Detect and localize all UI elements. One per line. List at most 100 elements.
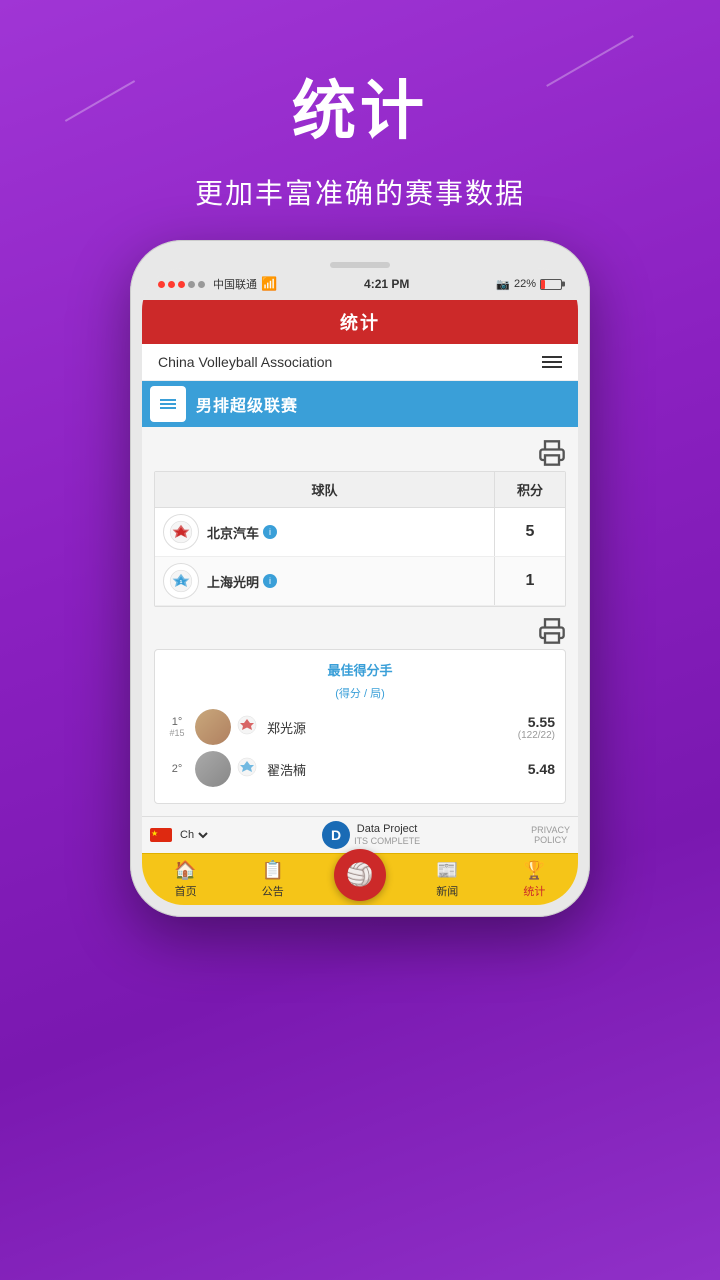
battery-label: 22% [514, 278, 536, 290]
player-photo-placeholder-2 [195, 751, 231, 787]
hamburger-line1 [542, 356, 562, 358]
hamburger-line2 [542, 361, 562, 363]
team-name-wrap-1: 北京汽车 i [207, 523, 277, 542]
player-stats-1: 5.55 (122/22) [518, 714, 555, 741]
player-name-2: 翟浩楠 [267, 760, 528, 779]
player-photo-placeholder-1 [195, 709, 231, 745]
player-rank-2: 2° [165, 763, 189, 775]
bottom-bar: Ch En D Data Project ITS COMPLETE [142, 816, 578, 853]
bottom-logo: D Data Project ITS COMPLETE [219, 821, 523, 849]
tab-announcements-label: 公告 [262, 883, 284, 899]
hamburger-menu[interactable] [542, 356, 562, 368]
team-name-1: 北京汽车 [207, 523, 259, 542]
league-icon-inner [160, 399, 176, 409]
icon-line3 [160, 407, 176, 409]
app-navbar: 统计 [142, 300, 578, 344]
status-time: 4:21 PM [364, 277, 409, 291]
player-name-1: 郑光源 [267, 718, 518, 737]
app-tabbar: 🏠 首页 📋 公告 🏐 📰 新闻 🏆 [142, 853, 578, 905]
print-icon-2[interactable] [538, 617, 566, 645]
print-row-2 [154, 611, 566, 649]
card-title: 最佳得分手 [165, 660, 555, 679]
tab-stats[interactable]: 🏆 统计 [491, 854, 578, 905]
info-icon-1[interactable]: i [263, 525, 277, 539]
team-logo-1 [163, 514, 199, 550]
dp-letter: D [331, 827, 341, 843]
status-right: 📷 22% [496, 278, 562, 291]
team-cell-2: 1 上海光明 i [155, 557, 495, 605]
player-row-1: 1° #15 郑光源 [165, 709, 555, 745]
data-project-logo: D Data Project ITS COMPLETE [322, 821, 420, 849]
signal-dots [158, 281, 205, 288]
dp-text: Data Project ITS COMPLETE [354, 823, 420, 847]
dot-3 [178, 281, 185, 288]
stat-main-2: 5.48 [528, 761, 555, 777]
team-logo-2: 1 [163, 563, 199, 599]
player-team-logo-1 [237, 715, 261, 739]
team-cell-1: 北京汽车 i [155, 508, 495, 556]
player-rank-1: 1° #15 [165, 716, 189, 738]
page-title: 统计 [0, 60, 720, 152]
league-bar[interactable]: 男排超级联赛 [142, 381, 578, 427]
navbar-title: 统计 [340, 309, 380, 335]
status-bar: 中国联通 📶 4:21 PM 📷 22% [142, 268, 578, 300]
table-row-2: 1 上海光明 i 1 [155, 557, 565, 606]
tab-news-label: 新闻 [436, 883, 458, 899]
player-card: 最佳得分手 (得分 / 局) 1° #15 [154, 649, 566, 804]
league-icon [150, 386, 186, 422]
battery-icon [540, 279, 562, 290]
team-name-wrap-2: 上海光明 i [207, 572, 277, 591]
icon-line2 [160, 403, 176, 405]
icon-line1 [160, 399, 176, 401]
col-team: 球队 [155, 472, 495, 507]
org-name: China Volleyball Association [158, 354, 332, 370]
tab-center-wrapper: 🏐 [316, 854, 403, 905]
volleyball-icon: 🏐 [346, 862, 373, 888]
status-left: 中国联通 📶 [158, 276, 277, 292]
standings-table: 球队 积分 [154, 471, 566, 607]
carrier-label: 中国联通 [213, 276, 257, 292]
info-icon-2[interactable]: i [263, 574, 277, 588]
announcements-icon: 📋 [262, 860, 284, 881]
tab-home-label: 首页 [175, 883, 197, 899]
print-icon-1[interactable] [538, 439, 566, 467]
tab-announcements[interactable]: 📋 公告 [229, 854, 316, 905]
phone-mockup: 中国联通 📶 4:21 PM 📷 22% 统计 China Volleyba [130, 240, 590, 917]
news-icon: 📰 [436, 860, 458, 881]
wifi-icon: 📶 [261, 276, 277, 292]
col-pts: 积分 [495, 472, 565, 507]
player-number-1: #15 [165, 728, 189, 738]
player-stats-2: 5.48 [528, 761, 555, 777]
league-name: 男排超级联赛 [196, 392, 298, 416]
print-row-1 [154, 435, 566, 471]
dot-5 [198, 281, 205, 288]
tab-stats-label: 统计 [523, 883, 545, 899]
table-header: 球队 积分 [155, 472, 565, 508]
content-area: 球队 积分 [142, 427, 578, 816]
pts-cell-1: 5 [495, 523, 565, 541]
page-header: 统计 更加丰富准确的赛事数据 [0, 0, 720, 212]
tab-news[interactable]: 📰 新闻 [404, 854, 491, 905]
dp-circle: D [322, 821, 350, 849]
hamburger-line3 [542, 366, 562, 368]
table-row: 北京汽车 i 5 [155, 508, 565, 557]
stats-icon: 🏆 [523, 860, 545, 881]
tab-center-button[interactable]: 🏐 [334, 849, 386, 901]
bottom-left: Ch En [142, 828, 219, 842]
svg-text:1: 1 [180, 579, 183, 585]
player-photo-2 [195, 751, 231, 787]
privacy-policy[interactable]: PRIVACYPOLICY [523, 825, 578, 845]
tab-home[interactable]: 🏠 首页 [142, 854, 229, 905]
language-select[interactable]: Ch En [176, 828, 211, 842]
player-team-logo-2 [237, 757, 261, 781]
phone-screen: 中国联通 📶 4:21 PM 📷 22% 统计 China Volleyba [142, 268, 578, 905]
card-subtitle: (得分 / 局) [165, 685, 555, 701]
bluetooth-icon: 📷 [496, 278, 510, 291]
player-row-2: 2° 翟浩楠 5.48 [165, 751, 555, 787]
pts-cell-2: 1 [495, 572, 565, 590]
stat-sub-1: (122/22) [518, 730, 555, 741]
dot-4 [188, 281, 195, 288]
phone-outer: 中国联通 📶 4:21 PM 📷 22% 统计 China Volleyba [130, 240, 590, 917]
player-photo-1 [195, 709, 231, 745]
org-bar: China Volleyball Association [142, 344, 578, 381]
